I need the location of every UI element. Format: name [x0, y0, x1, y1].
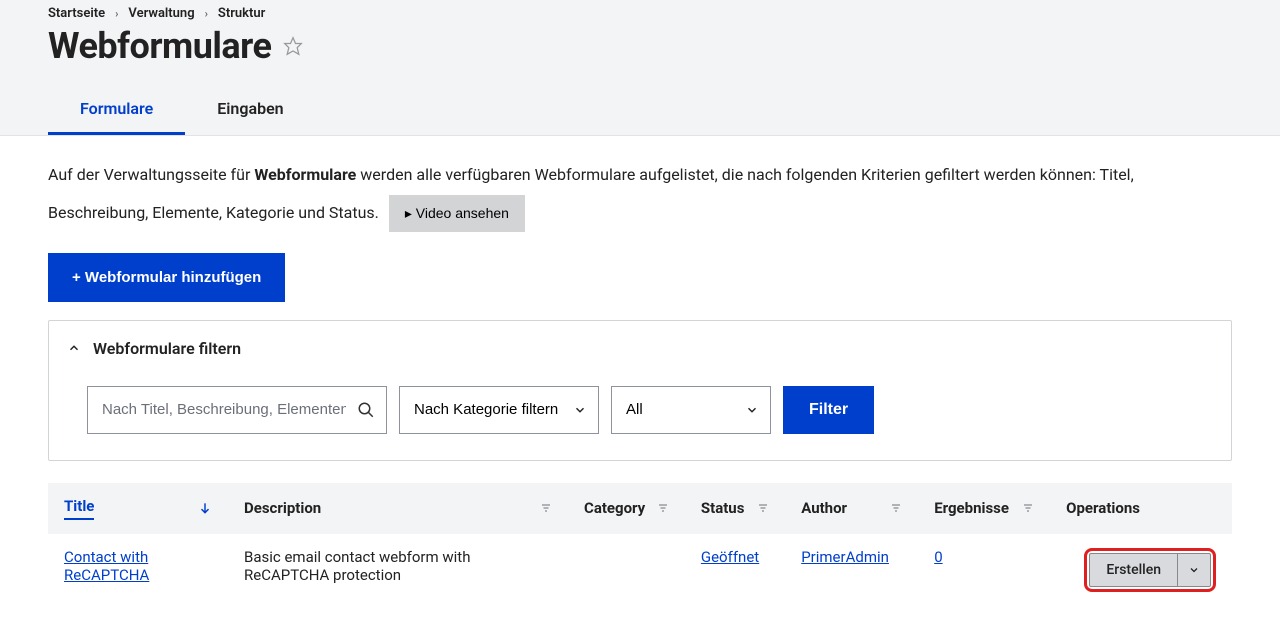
row-status-link[interactable]: Geöffnet [701, 548, 759, 566]
breadcrumb-link-structure[interactable]: Struktur [218, 6, 265, 21]
sort-icon [757, 502, 769, 514]
category-select[interactable]: Nach Kategorie filtern [399, 386, 599, 434]
sort-icon [540, 502, 552, 514]
sort-icon [890, 502, 902, 514]
col-category[interactable]: Category [568, 483, 685, 534]
row-results-link[interactable]: 0 [934, 548, 942, 566]
chevron-right-icon: › [205, 7, 208, 20]
filter-button[interactable]: Filter [783, 386, 874, 434]
operation-dropdown-toggle[interactable] [1177, 554, 1210, 586]
col-results[interactable]: Ergebnisse [918, 483, 1050, 534]
row-author-link[interactable]: PrimerAdmin [801, 548, 889, 566]
filter-panel: Webformulare filtern Nach Kategorie filt… [48, 320, 1232, 461]
row-description: Basic email contact webform with ReCAPTC… [228, 534, 568, 606]
intro-text: Auf der Verwaltungsseite für Webformular… [48, 156, 1232, 233]
filter-title: Webformulare filtern [93, 339, 241, 358]
tab-submissions[interactable]: Eingaben [185, 85, 315, 135]
col-status[interactable]: Status [685, 483, 785, 534]
operation-create-button[interactable]: Erstellen [1090, 554, 1177, 586]
col-author[interactable]: Author [785, 483, 918, 534]
arrow-down-icon [198, 501, 212, 515]
col-operations: Operations [1050, 483, 1232, 534]
webforms-table: Title Description [48, 483, 1232, 606]
row-category [568, 534, 685, 606]
chevron-right-icon: › [115, 7, 118, 20]
col-title[interactable]: Title [48, 483, 228, 534]
sort-icon [657, 502, 669, 514]
row-title-link[interactable]: Contact with ReCAPTCHA [64, 548, 149, 584]
tab-forms[interactable]: Formulare [48, 85, 185, 135]
breadcrumb-link-admin[interactable]: Verwaltung [128, 6, 194, 21]
table-row: Contact with ReCAPTCHA Basic email conta… [48, 534, 1232, 606]
breadcrumb-link-home[interactable]: Startseite [48, 6, 105, 21]
add-webform-button[interactable]: + Webformular hinzufügen [48, 253, 285, 302]
status-select[interactable]: All [611, 386, 771, 434]
page-title: Webformulare [48, 25, 271, 67]
chevron-up-icon [67, 341, 81, 355]
operations-highlight: Erstellen [1084, 548, 1216, 592]
sort-icon [1022, 502, 1034, 514]
col-description[interactable]: Description [228, 483, 568, 534]
chevron-down-icon [1188, 564, 1200, 576]
filter-toggle[interactable]: Webformulare filtern [67, 339, 1213, 358]
watch-video-button[interactable]: ▸ Video ansehen [389, 195, 525, 232]
search-input[interactable] [87, 386, 387, 434]
tabs: Formulare Eingaben [48, 85, 1232, 135]
star-icon[interactable] [283, 36, 303, 56]
breadcrumb: Startseite › Verwaltung › Struktur [48, 6, 1232, 21]
